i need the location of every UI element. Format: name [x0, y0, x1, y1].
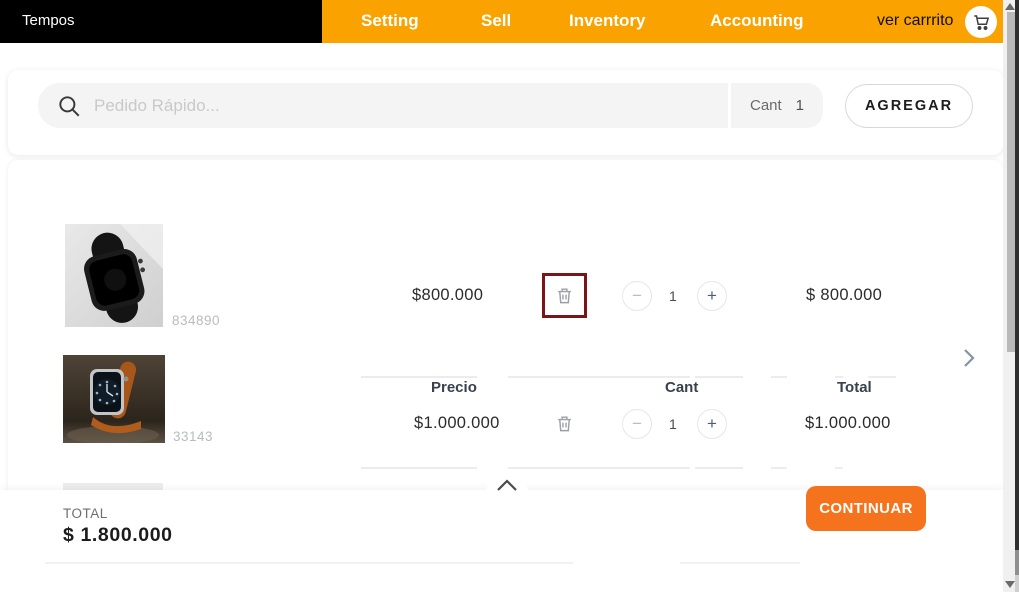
qty-value[interactable]: 1 [796, 97, 804, 114]
partial-product-image-3 [63, 483, 163, 490]
screen-edge [1015, 575, 1019, 592]
product-image-1 [65, 224, 163, 327]
scroll-up-icon[interactable] [1005, 3, 1015, 10]
decrease-qty-button-1[interactable]: − [622, 281, 652, 311]
scroll-down-icon[interactable] [1005, 581, 1015, 588]
row-divider [695, 467, 743, 469]
search-icon [56, 93, 82, 119]
delete-item-button-1[interactable] [542, 273, 587, 318]
total-row-1: $ 800.000 [806, 286, 882, 305]
quick-order-card: Cant 1 AGREGAR [8, 70, 1003, 155]
price-row-2: $1.000.000 [414, 414, 500, 433]
nav-item-inventory[interactable]: Inventory [569, 0, 646, 42]
product-code-2: 33143 [173, 429, 213, 444]
product-code-1: 834890 [172, 313, 220, 328]
increase-qty-button-1[interactable]: + [697, 281, 727, 311]
row-divider [361, 467, 477, 469]
row-divider [771, 376, 787, 378]
chevron-right-icon [962, 348, 976, 368]
row-divider [835, 376, 843, 378]
column-header-qty: Cant [665, 379, 698, 396]
next-page-button[interactable] [962, 348, 976, 373]
screen-edge [1015, 550, 1019, 575]
screen-edge [1015, 0, 1019, 550]
row-divider [835, 467, 843, 469]
nav-item-sell[interactable]: Sell [481, 0, 511, 42]
row-divider [695, 376, 743, 378]
nav-item-setting[interactable]: Setting [361, 0, 419, 42]
row-divider [868, 376, 896, 378]
continue-button[interactable]: CONTINUAR [806, 486, 926, 531]
product-image-2 [63, 355, 165, 443]
item-qty-1: 1 [669, 288, 677, 304]
trash-icon [555, 414, 574, 433]
brand-block: Tempos [0, 0, 322, 43]
qty-label: Cant [750, 97, 782, 114]
top-nav-bar: Tempos Setting Sell Inventory Accounting… [0, 0, 1019, 43]
row-divider [508, 467, 690, 469]
delete-item-button-2[interactable] [542, 401, 587, 446]
trash-icon [555, 286, 574, 305]
pos-app: Tempos Setting Sell Inventory Accounting… [0, 0, 1019, 592]
add-button[interactable]: AGREGAR [845, 84, 973, 128]
item-qty-2: 1 [669, 416, 677, 432]
cart-button[interactable] [965, 6, 997, 38]
price-row-1: $800.000 [412, 286, 483, 305]
decrease-qty-button-2[interactable]: − [622, 409, 652, 439]
quick-order-input[interactable] [94, 83, 728, 128]
row-divider [361, 376, 477, 378]
footer-divider [45, 562, 573, 564]
increase-qty-button-2[interactable]: + [697, 409, 727, 439]
row-divider [771, 467, 787, 469]
chevron-up-icon [496, 478, 518, 492]
view-cart-link[interactable]: ver carrrito [877, 0, 953, 42]
vertical-scrollbar[interactable] [1003, 0, 1019, 592]
total-value: $ 1.800.000 [63, 524, 173, 547]
shopping-cart-icon [972, 13, 990, 31]
brand-title: Tempos [22, 0, 75, 41]
nav-item-accounting[interactable]: Accounting [710, 0, 804, 42]
collapse-summary-button[interactable] [485, 474, 529, 518]
quick-order-searchbar[interactable] [38, 83, 728, 128]
row-divider [508, 376, 690, 378]
total-label: TOTAL [63, 506, 108, 521]
footer-divider [680, 562, 800, 564]
quick-order-qty[interactable]: Cant 1 [731, 83, 823, 128]
column-header-price: Precio [431, 379, 477, 396]
column-header-total: Total [837, 379, 872, 396]
total-row-2: $1.000.000 [805, 414, 891, 433]
